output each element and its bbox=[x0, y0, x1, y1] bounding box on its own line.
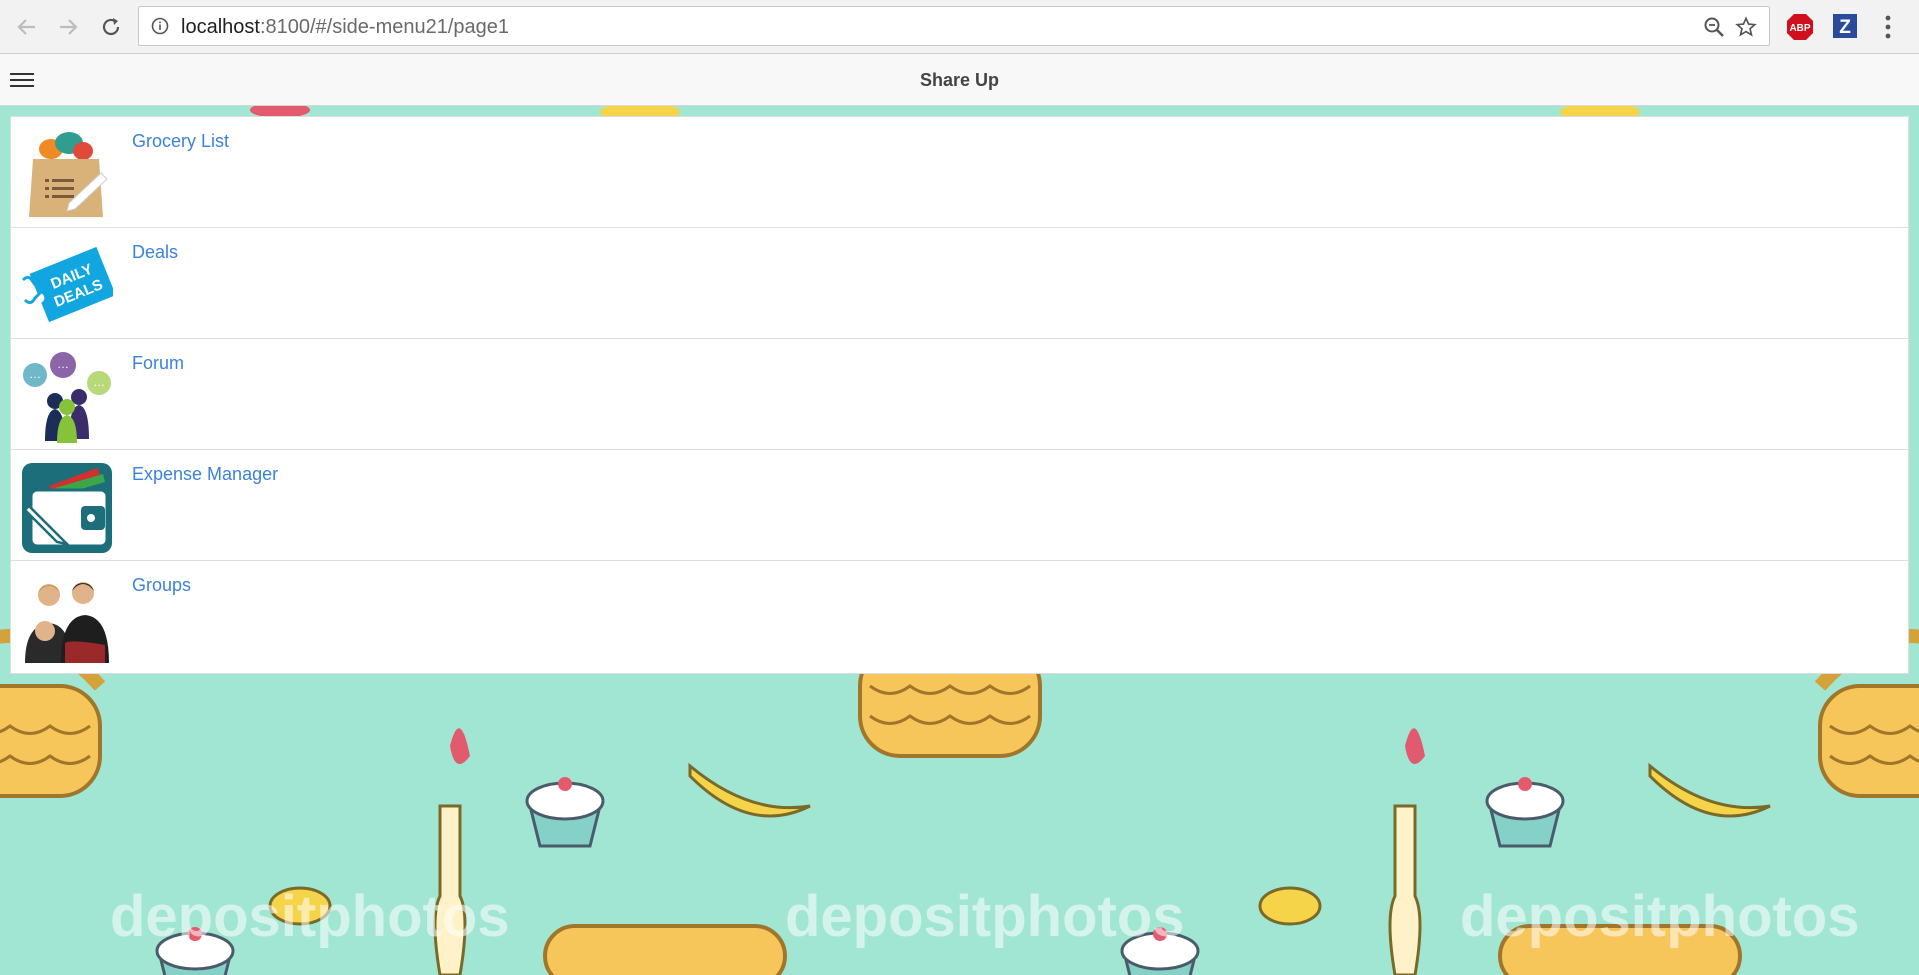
daily-deals-tag-icon: DAILY DEALS bbox=[21, 246, 113, 323]
page-title: Share Up bbox=[919, 70, 1000, 90]
bookmark-star-icon[interactable] bbox=[1735, 16, 1757, 43]
url-text[interactable]: localhost:8100/#/side-menu21/page1 bbox=[181, 16, 509, 39]
list-item-label[interactable]: Groups bbox=[132, 575, 191, 596]
browser-toolbar: localhost:8100/#/side-menu21/page1 ABP Z bbox=[0, 0, 1919, 54]
groups-people-icon bbox=[25, 582, 109, 663]
forward-button[interactable] bbox=[53, 12, 83, 42]
list-item-grocery-list[interactable]: Grocery List bbox=[11, 117, 1908, 228]
list-item-label[interactable]: Grocery List bbox=[132, 131, 229, 152]
back-button[interactable] bbox=[12, 12, 42, 42]
list-item-label[interactable]: Forum bbox=[132, 353, 184, 374]
list-item-label[interactable]: Expense Manager bbox=[132, 464, 278, 485]
wallet-icon bbox=[22, 463, 112, 553]
grocery-bag-icon bbox=[29, 132, 108, 217]
menu-list: Grocery List DAILY DEALS Deals … … … For… bbox=[10, 116, 1909, 674]
svg-text:Z: Z bbox=[1839, 17, 1851, 38]
app-header: Share Up bbox=[0, 54, 1919, 106]
reload-button[interactable] bbox=[96, 12, 126, 42]
content-area: depositphotos depositphotos depositphoto… bbox=[0, 106, 1919, 975]
adblock-extension-icon[interactable]: ABP bbox=[1786, 13, 1814, 46]
list-item-groups[interactable]: Groups bbox=[11, 561, 1908, 673]
zoom-icon[interactable] bbox=[1703, 16, 1725, 43]
svg-text:depositphotos: depositphotos bbox=[1460, 884, 1860, 949]
svg-text:depositphotos: depositphotos bbox=[785, 884, 1185, 949]
list-item-forum[interactable]: … … … Forum bbox=[11, 339, 1908, 450]
browser-menu-icon[interactable] bbox=[1882, 14, 1894, 45]
svg-text:…: … bbox=[93, 375, 105, 389]
svg-text:…: … bbox=[29, 367, 41, 381]
svg-text:depositphotos: depositphotos bbox=[110, 884, 510, 949]
address-bar[interactable]: localhost:8100/#/side-menu21/page1 bbox=[138, 6, 1770, 46]
svg-text:ABP: ABP bbox=[1789, 23, 1810, 34]
info-icon[interactable] bbox=[151, 17, 169, 40]
list-item-label[interactable]: Deals bbox=[132, 242, 178, 263]
forum-people-icon: … … … bbox=[23, 352, 111, 443]
list-item-expense-manager[interactable]: Expense Manager bbox=[11, 450, 1908, 561]
z-extension-icon[interactable]: Z bbox=[1832, 13, 1858, 44]
svg-text:…: … bbox=[57, 357, 69, 371]
list-item-deals[interactable]: DAILY DEALS Deals bbox=[11, 228, 1908, 339]
